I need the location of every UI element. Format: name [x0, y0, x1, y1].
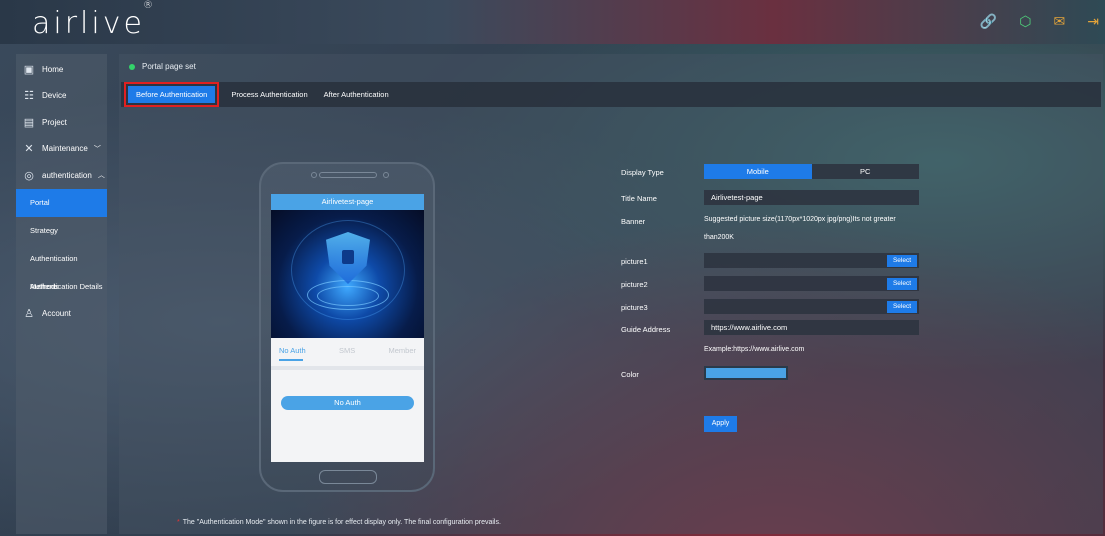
color-label: Color	[621, 370, 639, 379]
sidebar-item-authentication-details[interactable]: Authentication Details	[16, 273, 107, 301]
chevron-down-icon: ﹀	[93, 145, 101, 153]
sidebar-item-authentication-methods[interactable]: Authentication Methods	[16, 245, 107, 291]
status-dot	[129, 63, 135, 70]
picture2-select-button[interactable]: Select	[887, 277, 917, 290]
display-type-mobile[interactable]: Mobile	[704, 164, 812, 179]
picture3-label: picture3	[621, 303, 648, 312]
banner-hint-line2: than200K	[704, 234, 734, 241]
guide-address-example: Example:https://www.airlive.com	[704, 346, 805, 353]
home-button-icon	[319, 470, 377, 484]
auth-tab-no-auth[interactable]: No Auth	[279, 346, 306, 366]
banner-hint-line1: Suggested picture size(1170px*1020px jpg…	[704, 216, 896, 223]
sidebar-item-project[interactable]: ▤ Project	[16, 109, 107, 136]
sidebar-item-account[interactable]: ♙ Account	[16, 301, 107, 328]
sidebar: ▣ Home ☷ Device ▤ Project ✕ Maintenance …	[16, 54, 107, 534]
sidebar-item-portal[interactable]: Portal	[16, 188, 107, 217]
title-name-label: Title Name	[621, 194, 657, 203]
no-auth-button[interactable]: No Auth	[281, 396, 414, 410]
tab-bar: Before Authentication Process Authentica…	[121, 82, 1101, 107]
sidebar-item-label: Account	[42, 309, 71, 319]
tab-process-authentication[interactable]: Process Authentication	[223, 86, 315, 103]
sidebar-item-label: Project	[42, 117, 67, 127]
project-icon: ▤	[23, 116, 35, 129]
banner-image	[271, 210, 424, 338]
device-list-icon: ☷	[24, 90, 34, 103]
divider	[271, 366, 424, 370]
tab-before-authentication[interactable]: Before Authentication	[123, 82, 220, 107]
phone-screen: Airlivetest-page No Auth SMS Member No A…	[271, 194, 424, 462]
chevron-up-icon: ︿	[97, 172, 105, 180]
banner-label: Banner	[621, 217, 646, 226]
guide-address-input[interactable]: https://www.airlive.com	[704, 320, 919, 335]
airlive-logo[interactable]: airlive®	[32, 0, 156, 41]
top-icons: 🔗 ⬡ ✉ ⇥	[980, 14, 1099, 28]
phone-preview: Airlivetest-page No Auth SMS Member No A…	[259, 162, 435, 492]
mail-icon[interactable]: ✉	[1054, 14, 1066, 28]
tools-icon: ✕	[24, 143, 34, 156]
preview-title: Airlivetest-page	[271, 194, 424, 210]
sensor-icon	[383, 172, 389, 178]
breadcrumb: Portal page set	[129, 62, 196, 71]
picture2-label: picture2	[621, 280, 648, 289]
picture1-field[interactable]: Select	[704, 253, 919, 268]
picture3-select-button[interactable]: Select	[887, 300, 917, 313]
apply-button[interactable]: Apply	[704, 416, 737, 432]
sidebar-item-label: authentication	[42, 170, 92, 180]
color-picker[interactable]	[704, 366, 788, 380]
sidebar-item-device[interactable]: ☷ Device	[16, 83, 107, 110]
auth-tab-member[interactable]: Member	[388, 346, 416, 366]
sidebar-item-strategy[interactable]: Strategy	[16, 217, 107, 245]
user-icon: ♙	[24, 308, 34, 321]
main-panel: Portal page set Before Authentication Pr…	[119, 54, 1103, 534]
shield-check-icon: ◎	[24, 169, 34, 182]
asterisk-icon: *	[177, 519, 180, 526]
sidebar-item-maintenance[interactable]: ✕ Maintenance ﹀	[16, 136, 107, 163]
sidebar-item-home[interactable]: ▣ Home	[16, 56, 107, 83]
monitor-icon: ▣	[23, 63, 35, 76]
logo-text: airlive	[32, 6, 145, 41]
picture1-label: picture1	[621, 257, 648, 266]
auth-tabs: No Auth SMS Member	[271, 338, 424, 366]
lock-icon	[342, 250, 354, 264]
display-type-toggle: Mobile PC	[704, 164, 919, 179]
auth-tab-sms[interactable]: SMS	[339, 346, 355, 366]
link-icon[interactable]: 🔗	[980, 14, 997, 28]
sidebar-item-label: Maintenance	[42, 144, 88, 154]
network-icon[interactable]: ⬡	[1019, 14, 1031, 28]
footnote-text: The "Authentication Mode" shown in the f…	[182, 519, 501, 526]
camera-icon	[311, 172, 317, 178]
display-type-pc[interactable]: PC	[812, 164, 920, 179]
display-type-label: Display Type	[621, 168, 664, 177]
breadcrumb-text: Portal page set	[142, 62, 196, 71]
tab-after-authentication[interactable]: After Authentication	[316, 86, 397, 103]
guide-address-label: Guide Address	[621, 325, 671, 334]
footnote: * The "Authentication Mode" shown in the …	[177, 519, 501, 526]
picture2-field[interactable]: Select	[704, 276, 919, 291]
speaker-icon	[319, 172, 377, 178]
picture3-field[interactable]: Select	[704, 299, 919, 314]
sidebar-item-authentication[interactable]: ◎ authentication ︿	[16, 162, 107, 189]
picture1-select-button[interactable]: Select	[887, 254, 917, 267]
title-name-input[interactable]: Airlivetest-page	[704, 190, 919, 205]
sidebar-item-label: Device	[42, 91, 67, 101]
banner-hint: Suggested picture size(1170px*1020px jpg…	[704, 212, 896, 246]
logout-icon[interactable]: ⇥	[1087, 14, 1099, 28]
top-bar: airlive® 🔗 ⬡ ✉ ⇥	[0, 0, 1105, 44]
sidebar-item-label: Home	[42, 64, 64, 74]
